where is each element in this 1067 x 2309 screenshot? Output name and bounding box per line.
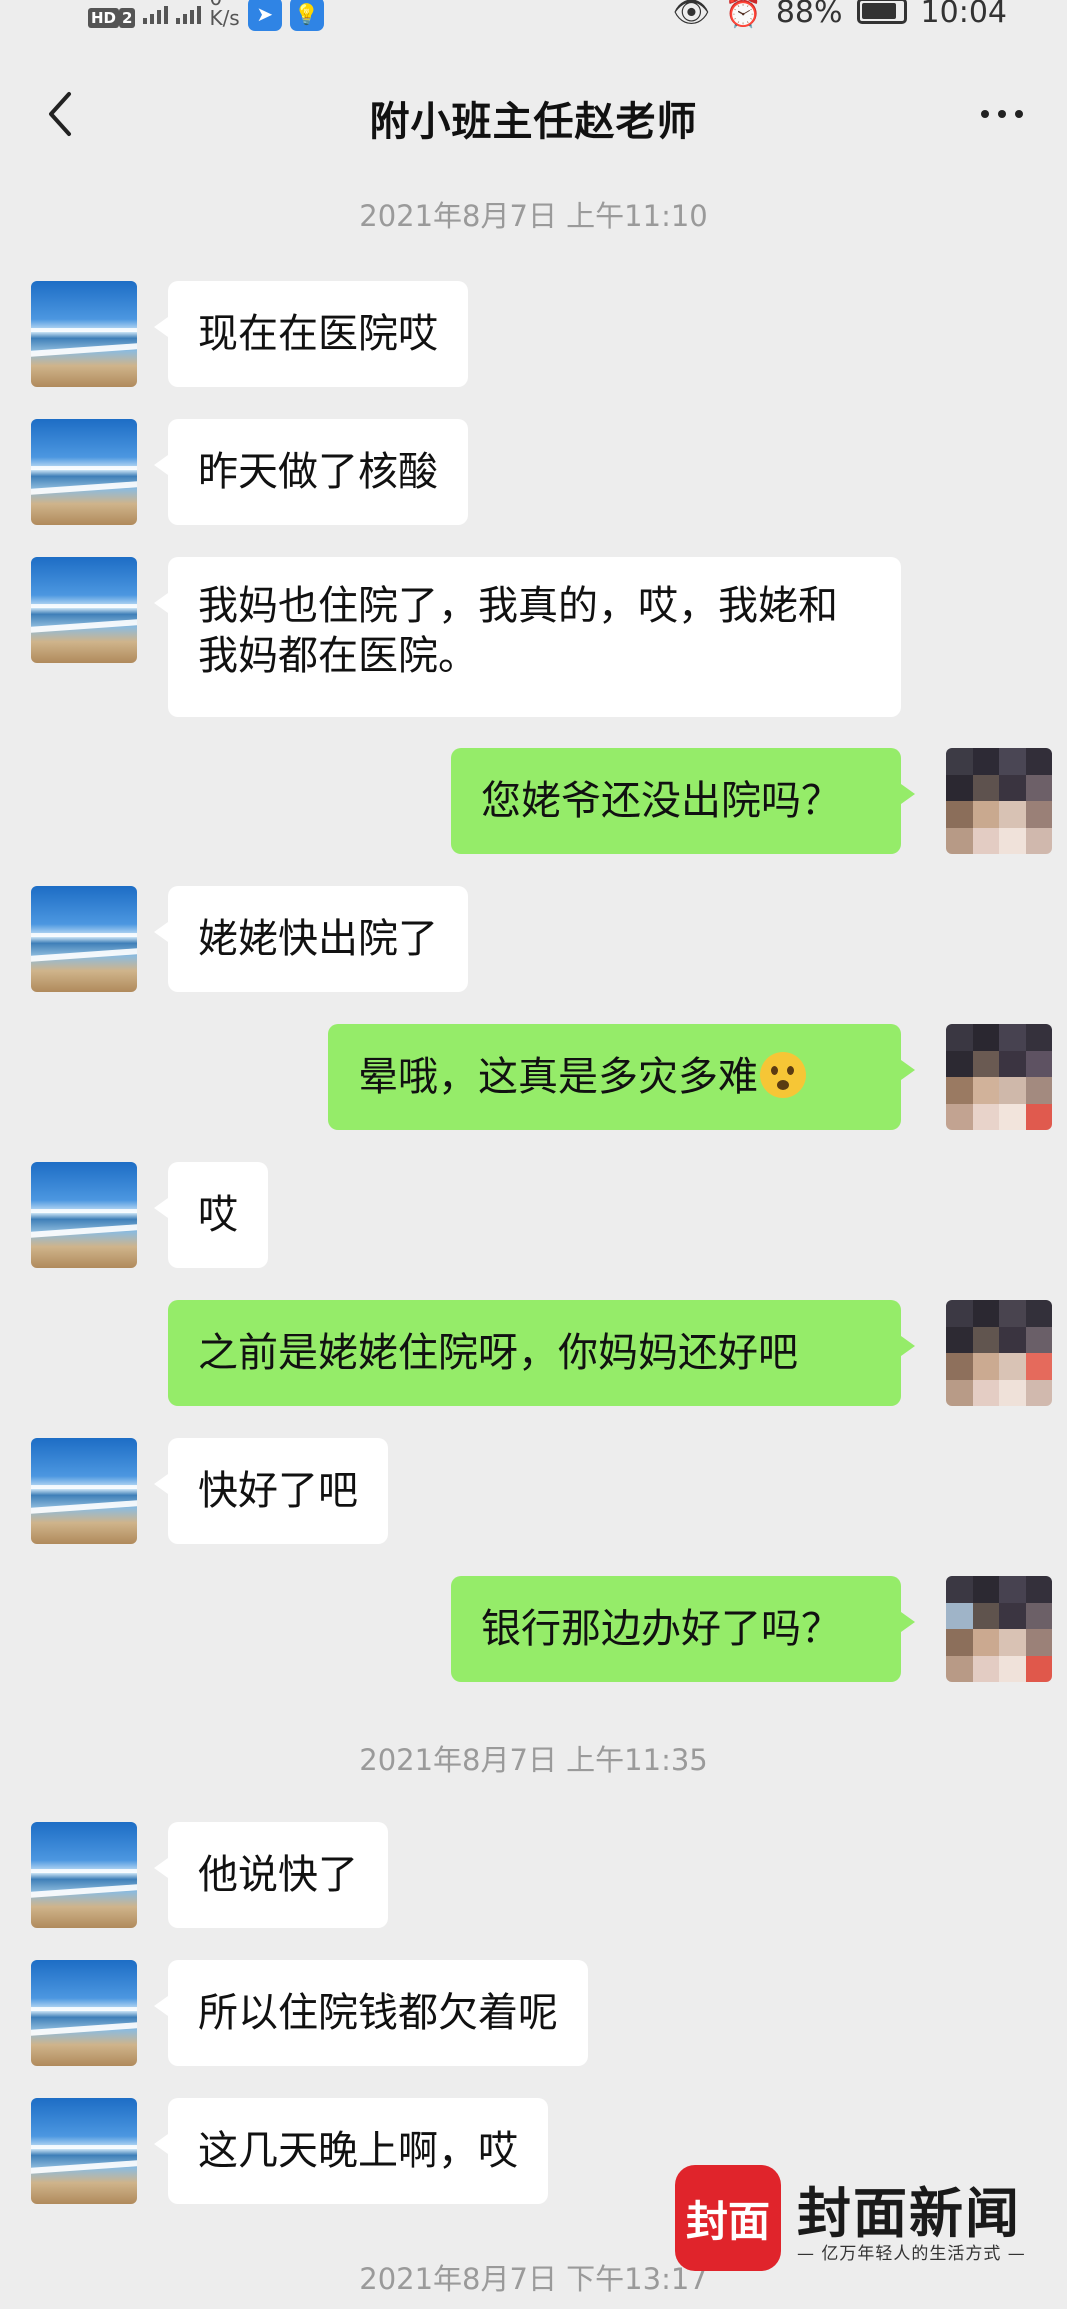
my-avatar[interactable]: [946, 1300, 1052, 1406]
battery-percent: 88%: [775, 0, 843, 30]
signal-2-icon: [176, 6, 202, 24]
crying-face-emoji-icon: [760, 1052, 806, 1098]
incoming-message-bubble[interactable]: 姥姥快出院了: [154, 886, 468, 992]
more-dots-icon: [981, 110, 989, 118]
teacher-avatar[interactable]: [31, 1822, 137, 1928]
outgoing-message-bubble[interactable]: 您姥爷还没出院吗？: [451, 748, 915, 854]
teacher-avatar[interactable]: [31, 1162, 137, 1268]
teacher-avatar[interactable]: [31, 281, 137, 387]
teacher-avatar[interactable]: [31, 2098, 137, 2204]
clock-time: 10:04: [920, 0, 1007, 30]
lightbulb-app-icon: 💡: [289, 0, 324, 31]
eye-icon: 👁: [672, 0, 711, 30]
timestamp: 2021年8月7日 上午11:10: [359, 199, 708, 233]
news-watermark: 封面 封面新闻 — 亿万年轻人的生活方式 —: [675, 2165, 1025, 2273]
incoming-message-bubble[interactable]: 这几天晚上啊，哎: [154, 2098, 548, 2204]
teacher-avatar[interactable]: [31, 1960, 137, 2066]
outgoing-message-bubble[interactable]: 晕哦，这真是多灾多难: [328, 1024, 915, 1130]
network-type-badge: HD 2: [88, 4, 136, 36]
send-app-icon: ➤: [247, 0, 282, 31]
incoming-message-bubble[interactable]: 昨天做了核酸: [154, 419, 468, 525]
alarm-icon: ⏰: [724, 0, 762, 30]
news-logo: 封面: [675, 2165, 781, 2271]
chat-header: 附小班主任赵老师: [0, 64, 1067, 164]
teacher-avatar[interactable]: [31, 886, 137, 992]
outgoing-message-bubble[interactable]: 之前是姥姥住院呀，你妈妈还好吧: [168, 1300, 915, 1406]
incoming-message-bubble[interactable]: 现在在医院哎: [154, 281, 468, 387]
news-brand-name: 封面新闻: [797, 2181, 1021, 2245]
my-avatar[interactable]: [946, 1024, 1052, 1130]
status-bar: HD2 0K/s ➤ 💡 👁 ⏰ 88% 10:04: [0, 0, 1067, 44]
more-options-button[interactable]: [967, 94, 1037, 134]
incoming-message-bubble[interactable]: 哎: [154, 1162, 268, 1268]
news-slogan: — 亿万年轻人的生活方式 —: [797, 2244, 1026, 2264]
message-text: 晕哦，这真是多灾多难: [358, 1054, 758, 1100]
incoming-message-bubble[interactable]: 所以住院钱都欠着呢: [154, 1960, 588, 2066]
my-avatar[interactable]: [946, 1576, 1052, 1682]
incoming-message-bubble[interactable]: 快好了吧: [154, 1438, 388, 1544]
teacher-avatar[interactable]: [31, 557, 137, 663]
status-bar-right: 👁 ⏰ 88% 10:04: [672, 0, 1007, 30]
signal-1-icon: [143, 6, 169, 24]
network-speed: 0K/s: [209, 0, 240, 30]
battery-icon: [856, 0, 907, 24]
status-bar-left: HD2 0K/s ➤ 💡: [88, 0, 324, 36]
teacher-avatar[interactable]: [31, 1438, 137, 1544]
teacher-avatar[interactable]: [31, 419, 137, 525]
my-avatar[interactable]: [946, 748, 1052, 854]
incoming-message-bubble[interactable]: 我妈也住院了，我真的，哎，我姥和我妈都在医院。: [154, 557, 901, 717]
chat-title: 附小班主任赵老师: [369, 99, 698, 145]
incoming-message-bubble[interactable]: 他说快了: [154, 1822, 388, 1928]
outgoing-message-bubble[interactable]: 银行那边办好了吗？: [451, 1576, 915, 1682]
timestamp: 2021年8月7日 上午11:35: [359, 1743, 708, 1777]
